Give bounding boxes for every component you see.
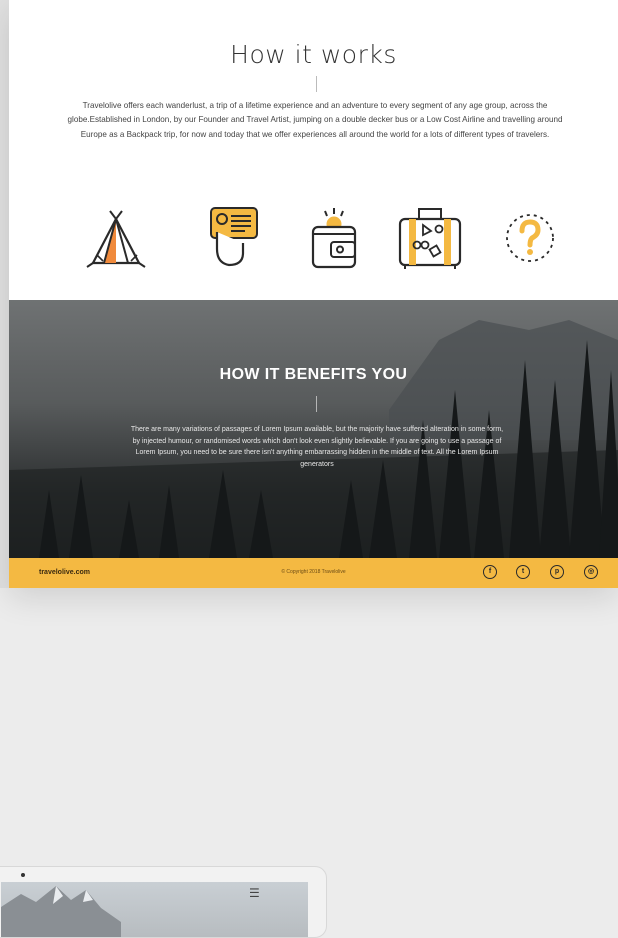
question-mark-icon: [497, 205, 563, 271]
how-it-works-title: How it works: [230, 40, 397, 69]
twitter-icon[interactable]: t: [516, 565, 530, 579]
footer: travelolive.com © Copyright 2018 Travelo…: [9, 558, 618, 588]
left-gutter: [0, 0, 9, 588]
how-it-works-icons: [83, 205, 563, 271]
facebook-icon[interactable]: f: [483, 565, 497, 579]
tent-icon: [83, 205, 149, 271]
benefits-divider: [316, 396, 317, 412]
suitcase-stickers-icon: [397, 205, 463, 271]
device-mockup: ☰: [0, 866, 327, 938]
how-it-works-text: Travelolive offers each wanderlust, a tr…: [67, 101, 563, 139]
page-preview-card: How it works Travelolive offers each wan…: [9, 0, 618, 588]
wallet-coin-icon: [301, 205, 367, 271]
camera-dot: [21, 873, 25, 877]
mockup-screen: ☰: [1, 882, 308, 937]
benefits-section: HOW IT BENEFITS YOU There are many varia…: [9, 300, 618, 558]
benefits-text: There are many variations of passages of…: [130, 426, 504, 468]
pinterest-icon[interactable]: p: [550, 565, 564, 579]
mountain-image: [1, 886, 121, 937]
benefits-title: HOW IT BENEFITS YOU: [219, 366, 408, 383]
how-it-works-section: How it works Travelolive offers each wan…: [9, 0, 618, 300]
menu-icon[interactable]: ☰: [249, 886, 260, 900]
instagram-icon[interactable]: ◎: [584, 565, 598, 579]
id-card-hand-icon: [195, 205, 261, 271]
title-divider: [316, 76, 317, 92]
